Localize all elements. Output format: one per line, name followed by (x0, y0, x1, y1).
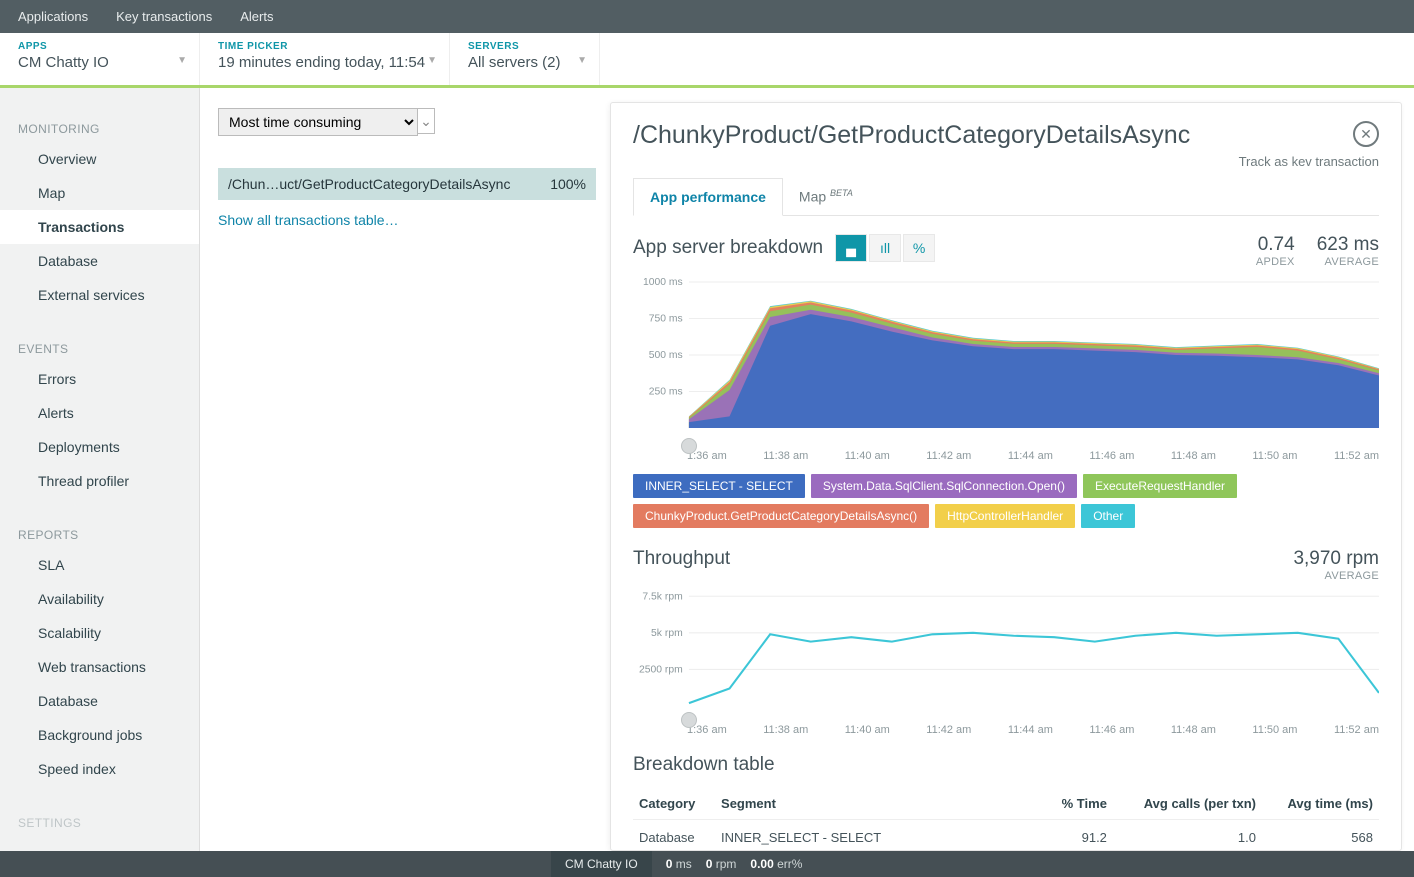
time-label: TIME PICKER (218, 41, 431, 52)
sidebar-item-external-services[interactable]: External services (0, 278, 199, 312)
sidebar-item-speed-index[interactable]: Speed index (0, 752, 199, 786)
sidebar-item-availability[interactable]: Availability (0, 582, 199, 616)
transaction-row-name: /Chun…uct/GetProductCategoryDetailsAsync (228, 176, 510, 192)
transaction-row-pct: 100% (550, 176, 586, 192)
sidebar-item-alerts[interactable]: Alerts (0, 396, 199, 430)
svg-text:1000 ms: 1000 ms (643, 277, 683, 288)
table-header[interactable]: % Time (1044, 788, 1113, 820)
chevron-down-icon: ▼ (427, 55, 437, 66)
breakdown-table-title: Breakdown table (633, 754, 1379, 776)
svg-text:7.5k rpm: 7.5k rpm (642, 591, 682, 602)
sidebar-item-deployments[interactable]: Deployments (0, 430, 199, 464)
chart-view-percent-button[interactable]: % (903, 234, 935, 262)
breakdown-legend: INNER_SELECT - SELECTSystem.Data.SqlClie… (633, 474, 1379, 528)
sidebar-item-overview[interactable]: Overview (0, 142, 199, 176)
time-slider-knob[interactable] (681, 712, 697, 728)
tab-app-performance[interactable]: App performance (633, 178, 783, 216)
chart-view-area-button[interactable]: ▄ (835, 234, 867, 262)
close-icon: ✕ (1360, 126, 1372, 143)
chart-view-bars-button[interactable]: ıll (869, 234, 901, 262)
detail-panel: /ChunkyProduct/GetProductCategoryDetails… (610, 102, 1402, 851)
nav-applications[interactable]: Applications (18, 9, 88, 24)
table-header[interactable]: Segment (715, 788, 1044, 820)
breakdown-table: CategorySegment% TimeAvg calls (per txn)… (633, 788, 1379, 851)
transactions-column: Most time consuming⌄ /Chun…uct/GetProduc… (200, 88, 610, 851)
nav-key-transactions[interactable]: Key transactions (116, 9, 212, 24)
sidebar-item-web-transactions[interactable]: Web transactions (0, 650, 199, 684)
close-button[interactable]: ✕ (1353, 121, 1379, 147)
sidebar-item-sla[interactable]: SLA (0, 548, 199, 582)
svg-text:750 ms: 750 ms (649, 314, 683, 325)
sidebar-section-events: EVENTS (0, 336, 199, 362)
average-metric: 623 ms AVERAGE (1317, 234, 1379, 268)
servers-label: SERVERS (468, 41, 581, 52)
chevron-down-icon: ▼ (577, 55, 587, 66)
legend-chip[interactable]: ChunkyProduct.GetProductCategoryDetailsA… (633, 504, 929, 528)
footer-app-name[interactable]: CM Chatty IO (551, 851, 652, 877)
sidebar: MONITORING OverviewMapTransactionsDataba… (0, 88, 200, 851)
time-value: 19 minutes ending today, 11:54 (218, 54, 431, 71)
legend-chip[interactable]: ExecuteRequestHandler (1083, 474, 1237, 498)
apps-picker[interactable]: APPS CM Chatty IO ▼ (0, 33, 200, 85)
table-header[interactable]: Avg time (ms) (1262, 788, 1379, 820)
tab-map[interactable]: Map BETA (783, 178, 869, 215)
nav-alerts[interactable]: Alerts (240, 9, 273, 24)
svg-text:250 ms: 250 ms (649, 387, 683, 398)
svg-text:2500 rpm: 2500 rpm (639, 665, 683, 676)
table-header[interactable]: Avg calls (per txn) (1113, 788, 1262, 820)
sidebar-section-settings: SETTINGS (0, 810, 199, 836)
footer-bar: CM Chatty IO 0 ms 0 rpm 0.00 err% (0, 851, 1414, 877)
table-header[interactable]: Category (633, 788, 715, 820)
transaction-row[interactable]: /Chun…uct/GetProductCategoryDetailsAsync… (218, 168, 596, 200)
throughput-title: Throughput (633, 548, 730, 570)
time-picker[interactable]: TIME PICKER 19 minutes ending today, 11:… (200, 33, 450, 85)
track-key-transaction[interactable]: Track as kev transaction (633, 154, 1379, 168)
legend-chip[interactable]: Other (1081, 504, 1135, 528)
sidebar-item-database[interactable]: Database (0, 244, 199, 278)
show-all-link[interactable]: Show all transactions table… (218, 212, 596, 228)
apps-label: APPS (18, 41, 181, 52)
legend-chip[interactable]: HttpControllerHandler (935, 504, 1075, 528)
sidebar-item-thread-profiler[interactable]: Thread profiler (0, 464, 199, 498)
footer-rpm: 0 rpm (706, 851, 751, 877)
top-nav: Applications Key transactions Alerts (0, 0, 1414, 33)
panel-title: /ChunkyProduct/GetProductCategoryDetails… (633, 121, 1190, 150)
sidebar-item-database[interactable]: Database (0, 684, 199, 718)
svg-text:500 ms: 500 ms (649, 350, 683, 361)
servers-value: All servers (2) (468, 54, 581, 71)
area-chart-icon: ▄ (846, 240, 856, 256)
table-row[interactable]: DatabaseINNER_SELECT - SELECT91.21.0568 (633, 820, 1379, 852)
breakdown-chart[interactable]: 250 ms 500 ms 750 ms 1000 ms (633, 276, 1379, 446)
sidebar-item-scalability[interactable]: Scalability (0, 616, 199, 650)
apps-value: CM Chatty IO (18, 54, 181, 71)
sidebar-section-reports: REPORTS (0, 522, 199, 548)
legend-chip[interactable]: System.Data.SqlClient.SqlConnection.Open… (811, 474, 1077, 498)
chevron-down-icon: ▼ (177, 55, 187, 66)
panel-tabs: App performance Map BETA (633, 178, 1379, 216)
throughput-chart[interactable]: 2500 rpm 5k rpm 7.5k rpm (633, 590, 1379, 720)
breakdown-xaxis: 1:36 am11:38 am11:40 am11:42 am11:44 am1… (633, 446, 1379, 462)
legend-chip[interactable]: INNER_SELECT - SELECT (633, 474, 805, 498)
sidebar-item-transactions[interactable]: Transactions (0, 210, 199, 244)
sidebar-item-errors[interactable]: Errors (0, 362, 199, 396)
footer-ms: 0 ms (652, 851, 706, 877)
sidebar-section-monitoring: MONITORING (0, 116, 199, 142)
percent-icon: % (913, 240, 925, 256)
breakdown-title: App server breakdown (633, 237, 823, 259)
time-slider-knob[interactable] (681, 438, 697, 454)
throughput-metric: 3,970 rpm AVERAGE (1293, 548, 1379, 582)
context-bar: APPS CM Chatty IO ▼ TIME PICKER 19 minut… (0, 33, 1414, 88)
servers-picker[interactable]: SERVERS All servers (2) ▼ (450, 33, 600, 85)
footer-err: 0.00 err% (750, 851, 816, 877)
sort-dropdown-extra[interactable]: ⌄ (417, 108, 435, 134)
sidebar-item-map[interactable]: Map (0, 176, 199, 210)
apdex-metric: 0.74 APDEX (1256, 234, 1295, 268)
sort-select[interactable]: Most time consuming (218, 108, 418, 136)
bar-chart-icon: ıll (880, 240, 890, 256)
svg-text:5k rpm: 5k rpm (651, 628, 683, 639)
sidebar-item-background-jobs[interactable]: Background jobs (0, 718, 199, 752)
